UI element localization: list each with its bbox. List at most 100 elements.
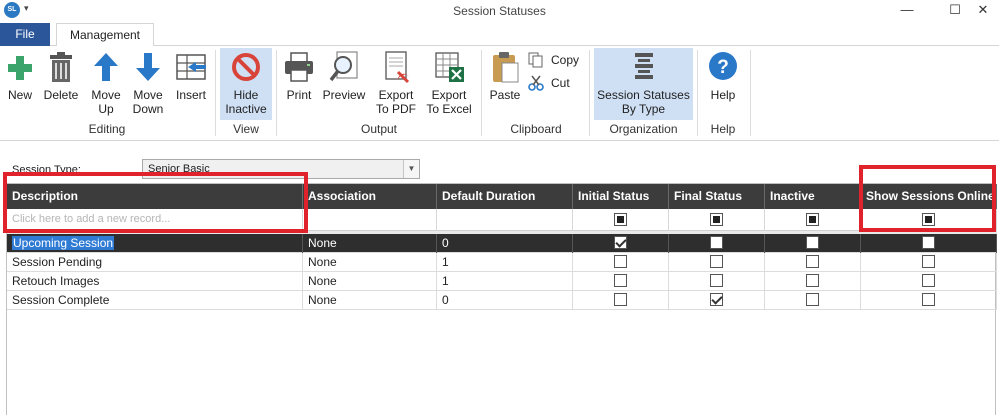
new-record-row[interactable]: Click here to add a new record... [7,209,997,231]
description-cell[interactable]: Upcoming Session [7,234,303,253]
column-header-final-status[interactable]: Final Status [669,184,765,209]
new-record-inactive-checkbox[interactable] [806,213,819,226]
column-header-show-sessions-online[interactable]: Show Sessions Online [861,184,997,209]
description-cell[interactable]: Session Pending [7,253,303,272]
maximize-button[interactable]: ☐ [940,0,970,22]
preview-button[interactable]: Preview [321,48,367,120]
show-online-checkbox[interactable] [922,293,935,306]
new-record-inactive-cell[interactable] [765,209,861,231]
final-status-checkbox[interactable] [710,274,723,287]
new-record-online-checkbox[interactable] [922,213,935,226]
initial-status-checkbox[interactable] [614,274,627,287]
final-status-cell[interactable] [669,272,765,291]
ribbon: New Delete Move Up Move Down Insert Edit… [0,46,999,141]
inactive-checkbox[interactable] [806,255,819,268]
session-type-select[interactable]: Senior Basic ▼ [142,159,420,179]
column-header-initial-status[interactable]: Initial Status [573,184,669,209]
initial-status-cell[interactable] [573,291,669,310]
table-row[interactable]: Retouch Images None 1 [7,272,997,291]
cut-button[interactable]: Cut [528,75,580,93]
initial-status-checkbox[interactable] [614,293,627,306]
new-record-final-cell[interactable] [669,209,765,231]
initial-status-checkbox[interactable] [614,236,627,249]
inactive-checkbox[interactable] [806,236,819,249]
help-question-icon: ? [709,52,737,80]
default-duration-cell[interactable]: 1 [437,272,573,291]
plus-icon [8,56,32,80]
export-excel-button[interactable]: Export To Excel [423,48,475,120]
move-up-button[interactable]: Move Up [88,48,124,120]
inactive-checkbox[interactable] [806,293,819,306]
insert-button[interactable]: Insert [172,48,210,120]
table-row[interactable]: Session Complete None 0 [7,291,997,310]
final-status-checkbox[interactable] [710,293,723,306]
association-cell[interactable]: None [303,272,437,291]
initial-status-cell[interactable] [573,253,669,272]
hide-inactive-label-line1: Hide [233,88,259,102]
show-online-checkbox[interactable] [922,255,935,268]
column-header-description[interactable]: Description [7,184,303,209]
hide-inactive-button[interactable]: Hide Inactive [220,48,272,120]
default-duration-cell[interactable]: 1 [437,253,573,272]
table-row[interactable]: Upcoming Session None 0 [7,234,997,253]
new-record-description-cell[interactable]: Click here to add a new record... [7,209,303,231]
final-status-cell[interactable] [669,291,765,310]
final-status-cell[interactable] [669,253,765,272]
close-button[interactable]: ✕ [968,0,998,22]
show-online-cell[interactable] [861,253,997,272]
show-online-cell[interactable] [861,272,997,291]
inactive-cell[interactable] [765,253,861,272]
final-status-cell[interactable] [669,234,765,253]
print-label: Print [286,88,312,102]
show-online-cell[interactable] [861,234,997,253]
minimize-button[interactable]: — [892,0,922,22]
final-status-checkbox[interactable] [710,255,723,268]
excel-file-icon [435,52,464,82]
chevron-down-icon[interactable]: ▼ [403,160,419,178]
new-record-association-cell[interactable] [303,209,437,231]
new-record-online-cell[interactable] [861,209,997,231]
column-header-inactive[interactable]: Inactive [765,184,861,209]
inactive-cell[interactable] [765,234,861,253]
column-header-association[interactable]: Association [303,184,437,209]
delete-button[interactable]: Delete [41,48,81,120]
insert-row-icon [176,54,206,80]
new-button[interactable]: New [3,48,37,120]
new-record-initial-cell[interactable] [573,209,669,231]
association-cell[interactable]: None [303,291,437,310]
new-record-initial-checkbox[interactable] [614,213,627,226]
show-online-cell[interactable] [861,291,997,310]
description-cell[interactable]: Session Complete [7,291,303,310]
association-cell[interactable]: None [303,253,437,272]
description-cell[interactable]: Retouch Images [7,272,303,291]
inactive-cell[interactable] [765,291,861,310]
new-record-duration-cell[interactable] [437,209,573,231]
initial-status-cell[interactable] [573,234,669,253]
scissors-icon [528,75,544,91]
inactive-checkbox[interactable] [806,274,819,287]
tab-management[interactable]: Management [56,23,154,47]
export-pdf-button[interactable]: Export To PDF [373,48,419,120]
initial-status-cell[interactable] [573,272,669,291]
default-duration-cell[interactable]: 0 [437,234,573,253]
new-record-final-checkbox[interactable] [710,213,723,226]
final-status-checkbox[interactable] [710,236,723,249]
inactive-cell[interactable] [765,272,861,291]
tab-file[interactable]: File [0,23,50,46]
show-online-checkbox[interactable] [922,274,935,287]
session-statuses-by-type-button[interactable]: Session Statuses By Type [594,48,693,120]
delete-label: Delete [43,88,79,102]
paste-button[interactable]: Paste [486,48,524,120]
print-button[interactable]: Print [281,48,317,120]
table-row[interactable]: Session Pending None 1 [7,253,997,272]
column-header-default-duration[interactable]: Default Duration [437,184,573,209]
copy-button[interactable]: Copy [528,52,580,70]
move-down-button[interactable]: Move Down [129,48,167,120]
export-excel-label-line2: To Excel [426,102,472,116]
default-duration-cell[interactable]: 0 [437,291,573,310]
show-online-checkbox[interactable] [922,236,935,249]
help-button[interactable]: ? Help [703,48,743,120]
initial-status-checkbox[interactable] [614,255,627,268]
association-cell[interactable]: None [303,234,437,253]
clipboard-icon [493,52,519,83]
